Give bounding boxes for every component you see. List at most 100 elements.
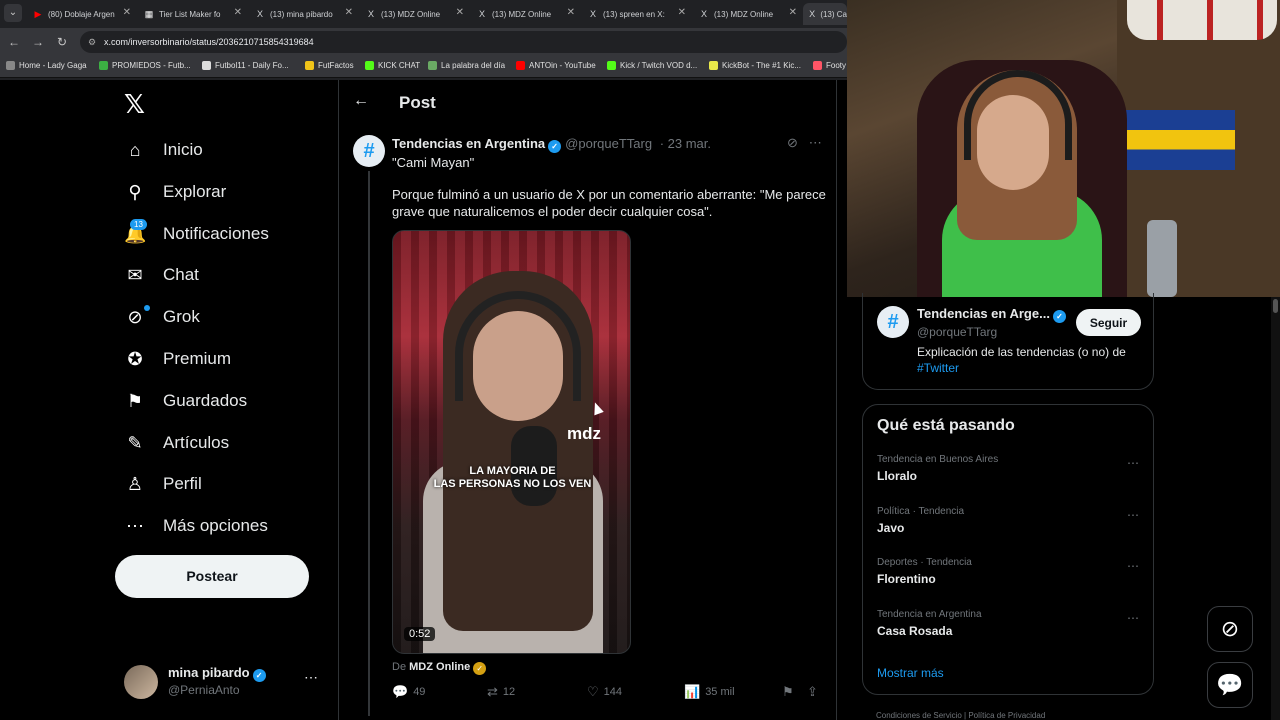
- bookmark[interactable]: Home - Lady Gaga: [6, 61, 87, 70]
- grok-explain-icon[interactable]: ⊘: [787, 135, 798, 150]
- close-tab-icon[interactable]: ✕: [123, 7, 131, 18]
- trends-title: Qué está pasando: [877, 417, 1015, 434]
- close-tab-icon[interactable]: ✕: [234, 7, 242, 18]
- close-tab-icon[interactable]: ✕: [789, 7, 797, 18]
- browser-tab-active[interactable]: X (13) Ca: [803, 3, 847, 25]
- bookmark-button[interactable]: ⚑: [782, 684, 799, 700]
- footer-links[interactable]: Condiciones de Servicio | Política de Pr…: [876, 711, 1045, 720]
- reload-icon[interactable]: ↻: [54, 34, 70, 50]
- bookmark-icon: [607, 61, 616, 70]
- scrollbar[interactable]: [1271, 297, 1280, 720]
- bookmark[interactable]: Kick / Twitch VOD d...: [607, 61, 697, 70]
- profile-card-name[interactable]: Tendencias en Arge...: [917, 306, 1050, 321]
- account-switcher[interactable]: mina pibardo ✓ @PerniaAnto ⋯: [124, 663, 324, 703]
- media-source: De MDZ Online ✓: [392, 661, 487, 675]
- chat-fab-icon[interactable]: 💬: [1207, 662, 1253, 708]
- url-input[interactable]: ⚙ x.com/inversorbinario/status/2036210715…: [80, 31, 847, 53]
- mdz-logo: mdz: [567, 424, 601, 443]
- nav-item-guardados[interactable]: ⚑ Guardados: [124, 381, 247, 421]
- nav-item-inicio[interactable]: ⌂ Inicio: [124, 130, 203, 170]
- back-icon[interactable]: ←: [6, 34, 22, 50]
- bookmark-icon: [813, 61, 822, 70]
- share-button[interactable]: ⇪: [807, 684, 823, 700]
- nav-item-chat[interactable]: ✉ Chat: [124, 255, 198, 295]
- nav-item-articulos[interactable]: ✎ Artículos: [124, 423, 229, 463]
- post-header: ← Post: [339, 80, 837, 126]
- reply-icon: 💬: [392, 684, 409, 699]
- bookmark[interactable]: FutFactos: [305, 61, 354, 70]
- browser-tab[interactable]: X (13) MDZ Online ✕: [360, 3, 468, 25]
- trend-more-icon[interactable]: ⋯: [1127, 559, 1139, 573]
- tweet-author-handle[interactable]: @porqueTTarg: [565, 136, 652, 151]
- nav-item-grok[interactable]: ⊘ Grok: [124, 297, 199, 337]
- tweet-actions: 💬 49 ⇄ 12 ♡ 144 📊 35 mil ⚑ ⇪: [392, 684, 824, 702]
- close-tab-icon[interactable]: ✕: [567, 7, 575, 18]
- media-source-name[interactable]: MDZ Online: [409, 661, 470, 673]
- trend-item[interactable]: Deportes · Tendencia Florentino ⋯: [877, 557, 1145, 597]
- webcam-thermos: [1147, 220, 1177, 297]
- close-tab-icon[interactable]: ✕: [345, 7, 353, 18]
- nav-item-mas-opciones[interactable]: ⋯ Más opciones: [124, 506, 268, 546]
- trend-more-icon[interactable]: ⋯: [1127, 508, 1139, 522]
- profile-card-avatar[interactable]: #: [877, 306, 909, 338]
- heart-icon: ♡: [587, 684, 599, 699]
- grok-fab-icon[interactable]: ⊘: [1207, 606, 1253, 652]
- tweet-author-name[interactable]: Tendencias en Argentina: [392, 136, 545, 151]
- grok-icon: ⊘: [127, 307, 143, 327]
- tweet-author-line: Tendencias en Argentina ✓ @porqueTTarg · 2…: [392, 136, 711, 153]
- page-title: Post: [399, 93, 436, 112]
- bookmark[interactable]: Footy: [813, 61, 846, 70]
- bookmark[interactable]: La palabra del día: [428, 61, 505, 70]
- bookmark[interactable]: KickBot - The #1 Kic...: [709, 61, 801, 70]
- back-arrow-icon[interactable]: ←: [353, 92, 369, 110]
- close-tab-icon[interactable]: ✕: [678, 7, 686, 18]
- tweet-avatar[interactable]: #: [353, 135, 385, 167]
- browser-tab[interactable]: X (13) mina pibardo ✕: [249, 3, 357, 25]
- show-more-link[interactable]: Mostrar más: [877, 666, 944, 680]
- follow-button[interactable]: Seguir: [1076, 309, 1141, 336]
- webcam-footballs: [1127, 0, 1277, 40]
- bookmark[interactable]: ANTOin - YouTube: [516, 61, 596, 70]
- bookmark[interactable]: PROMIEDOS - Futb...: [99, 61, 191, 70]
- nav-item-perfil[interactable]: ♙ Perfil: [124, 464, 202, 504]
- bookmark-icon: [99, 61, 108, 70]
- bookmark-icon: [6, 61, 15, 70]
- tweet-date[interactable]: · 23 mar.: [660, 136, 711, 151]
- views-button[interactable]: 📊 35 mil: [684, 684, 735, 700]
- profile-icon: ♙: [126, 474, 144, 494]
- trend-item[interactable]: Tendencia en Argentina Casa Rosada ⋯: [877, 609, 1145, 649]
- trend-item[interactable]: Tendencia en Buenos Aires Lloralo ⋯: [877, 454, 1145, 494]
- bookmark[interactable]: KICK CHAT: [365, 61, 420, 70]
- browser-tab[interactable]: X (13) spreen en X: ✕: [582, 3, 690, 25]
- right-sidebar: # Tendencias en Arge... ✓ @porqueTTarg Se…: [847, 293, 1280, 720]
- x-logo-icon[interactable]: 𝕏: [124, 90, 145, 120]
- browser-tab[interactable]: X (13) MDZ Online ✕: [693, 3, 801, 25]
- views-chart-icon: 📊: [684, 684, 701, 699]
- reply-button[interactable]: 💬 49: [392, 684, 425, 700]
- browser-tab[interactable]: X (13) MDZ Online ✕: [471, 3, 579, 25]
- bookmark[interactable]: Futbol11 - Daily Fo...: [202, 61, 289, 70]
- trend-more-icon[interactable]: ⋯: [1127, 456, 1139, 470]
- tweet-more-icon[interactable]: ⋯: [809, 135, 822, 150]
- browser-chrome: ⌄ ▶ (80) Doblaje Argen ✕ ▦ Tier List Maker …: [0, 0, 847, 80]
- nav-item-premium[interactable]: ✪ Premium: [124, 339, 231, 379]
- forward-icon[interactable]: →: [30, 34, 46, 50]
- tweet-video[interactable]: mdz LA MAYORIA DE LAS PERSONAS NO LOS VEN…: [392, 230, 631, 654]
- retweet-button[interactable]: ⇄ 12: [487, 684, 515, 700]
- like-button[interactable]: ♡ 144: [587, 684, 622, 700]
- tab-search-button[interactable]: ⌄: [4, 4, 22, 22]
- more-options-icon[interactable]: ⋯: [304, 669, 318, 686]
- post-button[interactable]: Postear: [115, 555, 309, 598]
- notification-badge: 13: [130, 219, 147, 230]
- profile-card-handle[interactable]: @porqueTTarg: [917, 325, 997, 339]
- site-info-icon[interactable]: ⚙: [88, 31, 96, 53]
- scrollbar-thumb[interactable]: [1273, 299, 1278, 313]
- hashtag-link[interactable]: #Twitter: [917, 361, 959, 375]
- home-icon: ⌂: [129, 140, 141, 160]
- trend-item[interactable]: Política · Tendencia Javo ⋯: [877, 506, 1145, 546]
- trend-more-icon[interactable]: ⋯: [1127, 611, 1139, 625]
- browser-tab[interactable]: ▦ Tier List Maker fo ✕: [138, 3, 246, 25]
- browser-tab[interactable]: ▶ (80) Doblaje Argen ✕: [27, 3, 135, 25]
- close-tab-icon[interactable]: ✕: [456, 7, 464, 18]
- nav-item-explorar[interactable]: ⚲ Explorar: [124, 172, 226, 212]
